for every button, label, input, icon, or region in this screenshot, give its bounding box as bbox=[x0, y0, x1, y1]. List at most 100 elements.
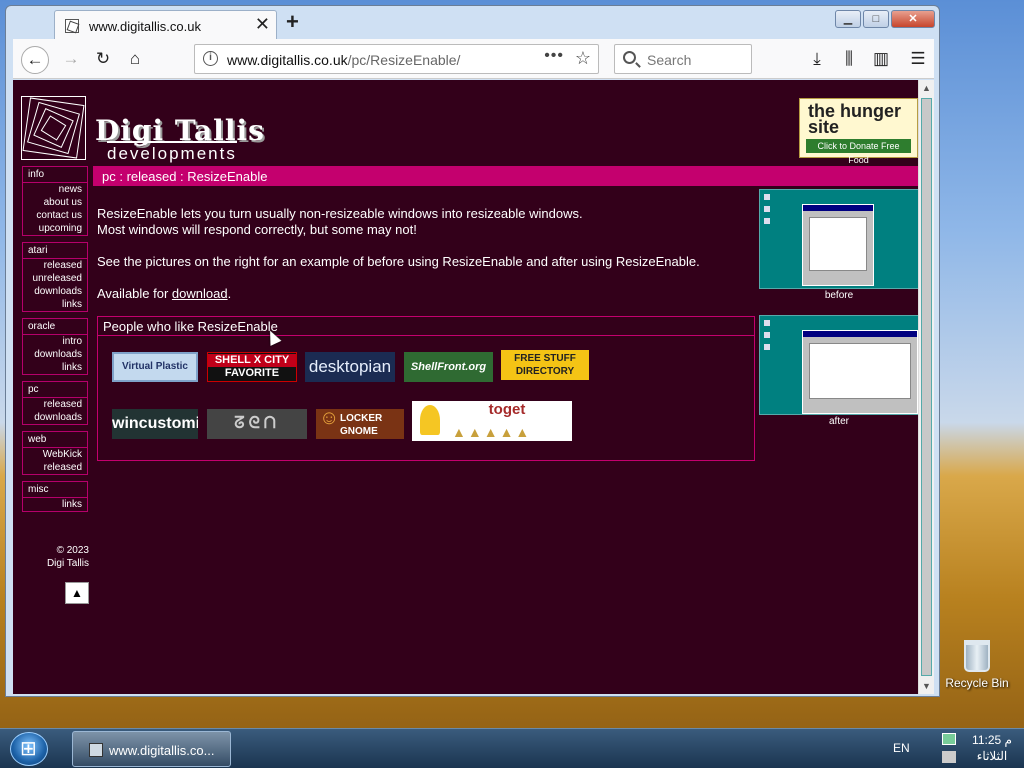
desktopian-badge[interactable]: desktopian bbox=[305, 352, 395, 382]
back-button[interactable]: ← bbox=[21, 46, 49, 74]
menu-item-contact-us[interactable]: contact us bbox=[23, 209, 87, 222]
locker-top: LOCKER bbox=[340, 413, 383, 424]
virtual-plastic-badge[interactable]: Virtual Plastic .net bbox=[112, 352, 198, 382]
search-placeholder: Search bbox=[647, 52, 692, 68]
scroll-up-icon[interactable]: ▲ bbox=[922, 83, 931, 93]
reload-button[interactable]: ↻ bbox=[91, 47, 115, 71]
menu-item-intro[interactable]: intro bbox=[23, 335, 87, 348]
scroll-down-icon[interactable]: ▼ bbox=[922, 681, 931, 691]
site-info-icon[interactable]: i bbox=[203, 51, 218, 66]
dialog-window bbox=[802, 204, 874, 286]
menu-item-about-us[interactable]: about us bbox=[23, 196, 87, 209]
forward-button[interactable]: → bbox=[59, 47, 83, 71]
toget-label: toget bbox=[488, 401, 526, 418]
menu-item-unreleased[interactable]: unreleased bbox=[23, 272, 87, 285]
menu-icon[interactable]: ☰ bbox=[906, 47, 930, 71]
hunger-site-title: the hunger site bbox=[808, 101, 901, 137]
shellcity-bottom: FAVORITE bbox=[224, 367, 280, 379]
tab-title: www.digitallis.co.uk bbox=[89, 19, 201, 34]
menu-item-news[interactable]: news bbox=[23, 183, 87, 196]
availability-paragraph: Available for download. bbox=[97, 286, 747, 302]
tab-active[interactable]: www.digitallis.co.uk ✕ bbox=[54, 10, 277, 40]
copyright-owner: Digi Tallis bbox=[46, 558, 89, 569]
task-title: www.digitallis.co... bbox=[109, 743, 215, 758]
menu-item-links[interactable]: links bbox=[23, 298, 87, 311]
ezn-badge[interactable]: ᘔᘓᑎ bbox=[207, 409, 307, 439]
lockergnome-badge[interactable]: LOCKER GNOME bbox=[316, 409, 404, 439]
network-icon[interactable] bbox=[942, 733, 956, 745]
new-tab-button[interactable]: + bbox=[286, 9, 299, 35]
shellcity-badge[interactable]: SHELL X CITY FAVORITE bbox=[207, 352, 297, 382]
clock-day: الثلاثاء bbox=[976, 749, 1008, 763]
menu-heading: oracle bbox=[23, 319, 87, 335]
toget-badge[interactable]: toget ▲▲▲▲▲ bbox=[412, 401, 572, 441]
library-icon[interactable]: ⫼ bbox=[837, 47, 861, 71]
after-caption: after bbox=[828, 416, 849, 427]
breadcrumb-text: pc : released : ResizeEnable bbox=[102, 169, 268, 184]
taskbar: www.digitallis.co... EN 11:25 م الثلاثاء bbox=[0, 728, 1024, 768]
navigation-toolbar: ← → ↻ ⌂ i www.digitallis.co.uk/pc/Resize… bbox=[13, 39, 934, 79]
menu-info: info news about us contact us upcoming bbox=[22, 166, 88, 236]
bookmark-star-icon[interactable]: ☆ bbox=[575, 48, 591, 69]
volume-icon[interactable] bbox=[942, 751, 956, 763]
availability-prefix: Available for bbox=[97, 286, 172, 301]
downloads-icon[interactable]: ⤓ bbox=[805, 47, 829, 71]
menu-item-downloads[interactable]: downloads bbox=[23, 348, 87, 361]
host-logo-icon[interactable]: ▲ bbox=[65, 582, 89, 604]
desktop-icon bbox=[764, 194, 770, 200]
hunger-site-cta: Click to Donate Free Food bbox=[806, 139, 911, 165]
trash-can-icon bbox=[964, 640, 990, 672]
menu-item-links[interactable]: links bbox=[23, 361, 87, 374]
menu-misc: misc links bbox=[22, 481, 88, 512]
maximize-button[interactable]: □ bbox=[863, 10, 889, 28]
menu-item-downloads[interactable]: downloads bbox=[23, 411, 87, 424]
menu-web: web WebKick released bbox=[22, 431, 88, 475]
spiral-logo-icon bbox=[21, 96, 86, 160]
shellcity-top: SHELL X CITY bbox=[208, 354, 296, 367]
search-input[interactable]: Search bbox=[614, 44, 752, 74]
menu-item-released[interactable]: released bbox=[23, 398, 87, 411]
availability-suffix: . bbox=[227, 286, 232, 301]
menu-item-upcoming[interactable]: upcoming bbox=[23, 222, 87, 235]
hunger-site-banner[interactable]: the hunger site Click to Donate Free Foo… bbox=[799, 98, 918, 165]
shellfront-badge[interactable]: ShellFront.org bbox=[404, 352, 493, 382]
before-caption: before bbox=[824, 290, 854, 301]
minimize-button[interactable]: ▁ bbox=[835, 10, 861, 28]
menu-item-released[interactable]: released bbox=[23, 461, 87, 474]
menu-item-links[interactable]: links bbox=[23, 498, 87, 511]
menu-heading: atari bbox=[23, 243, 87, 259]
copyright-year: © 2023 bbox=[56, 545, 89, 556]
menu-item-downloads[interactable]: downloads bbox=[23, 285, 87, 298]
fans-box: People who like ResizeEnable Virtual Pla… bbox=[97, 316, 755, 461]
after-screenshot[interactable] bbox=[759, 315, 918, 415]
desktop-icon bbox=[764, 218, 770, 224]
desktop-icon bbox=[764, 332, 770, 338]
recycle-bin-label: Recycle Bin bbox=[945, 676, 1009, 690]
language-indicator[interactable]: EN bbox=[893, 741, 910, 755]
recycle-bin-icon[interactable]: Recycle Bin bbox=[942, 640, 1012, 690]
clock-time: 11:25 م bbox=[972, 733, 1012, 747]
wincustomize-badge[interactable]: wincustomize bbox=[112, 409, 198, 439]
before-screenshot[interactable] bbox=[759, 189, 918, 289]
sidebar-icon[interactable]: ▥ bbox=[869, 47, 893, 71]
download-link[interactable]: download bbox=[172, 286, 228, 301]
window-close-button[interactable]: ✕ bbox=[891, 10, 935, 28]
menu-item-webkick[interactable]: WebKick bbox=[23, 448, 87, 461]
home-icon[interactable]: ⌂ bbox=[123, 47, 147, 71]
copyright: © 2023 Digi Tallis bbox=[33, 544, 89, 570]
free-stuff-directory-badge[interactable]: FREE STUFF DIRECTORY bbox=[501, 350, 589, 380]
close-tab-icon[interactable]: ✕ bbox=[255, 14, 270, 35]
locker-bottom: GNOME bbox=[340, 426, 378, 437]
start-button[interactable] bbox=[10, 732, 48, 766]
taskbar-firefox-button[interactable]: www.digitallis.co... bbox=[72, 731, 231, 767]
address-bar[interactable]: i www.digitallis.co.uk/pc/ResizeEnable/ … bbox=[194, 44, 599, 74]
freestuff-bottom: DIRECTORY bbox=[515, 366, 575, 377]
site-favicon-icon bbox=[65, 19, 79, 33]
page-actions-icon[interactable]: ••• bbox=[544, 47, 564, 65]
fans-divider bbox=[98, 335, 754, 336]
clock[interactable]: 11:25 م الثلاثاء bbox=[964, 732, 1020, 764]
menu-item-released[interactable]: released bbox=[23, 259, 87, 272]
menu-pc: pc released downloads bbox=[22, 381, 88, 425]
scrollbar-thumb[interactable] bbox=[921, 98, 932, 676]
vertical-scrollbar[interactable]: ▲ ▼ bbox=[918, 80, 934, 694]
